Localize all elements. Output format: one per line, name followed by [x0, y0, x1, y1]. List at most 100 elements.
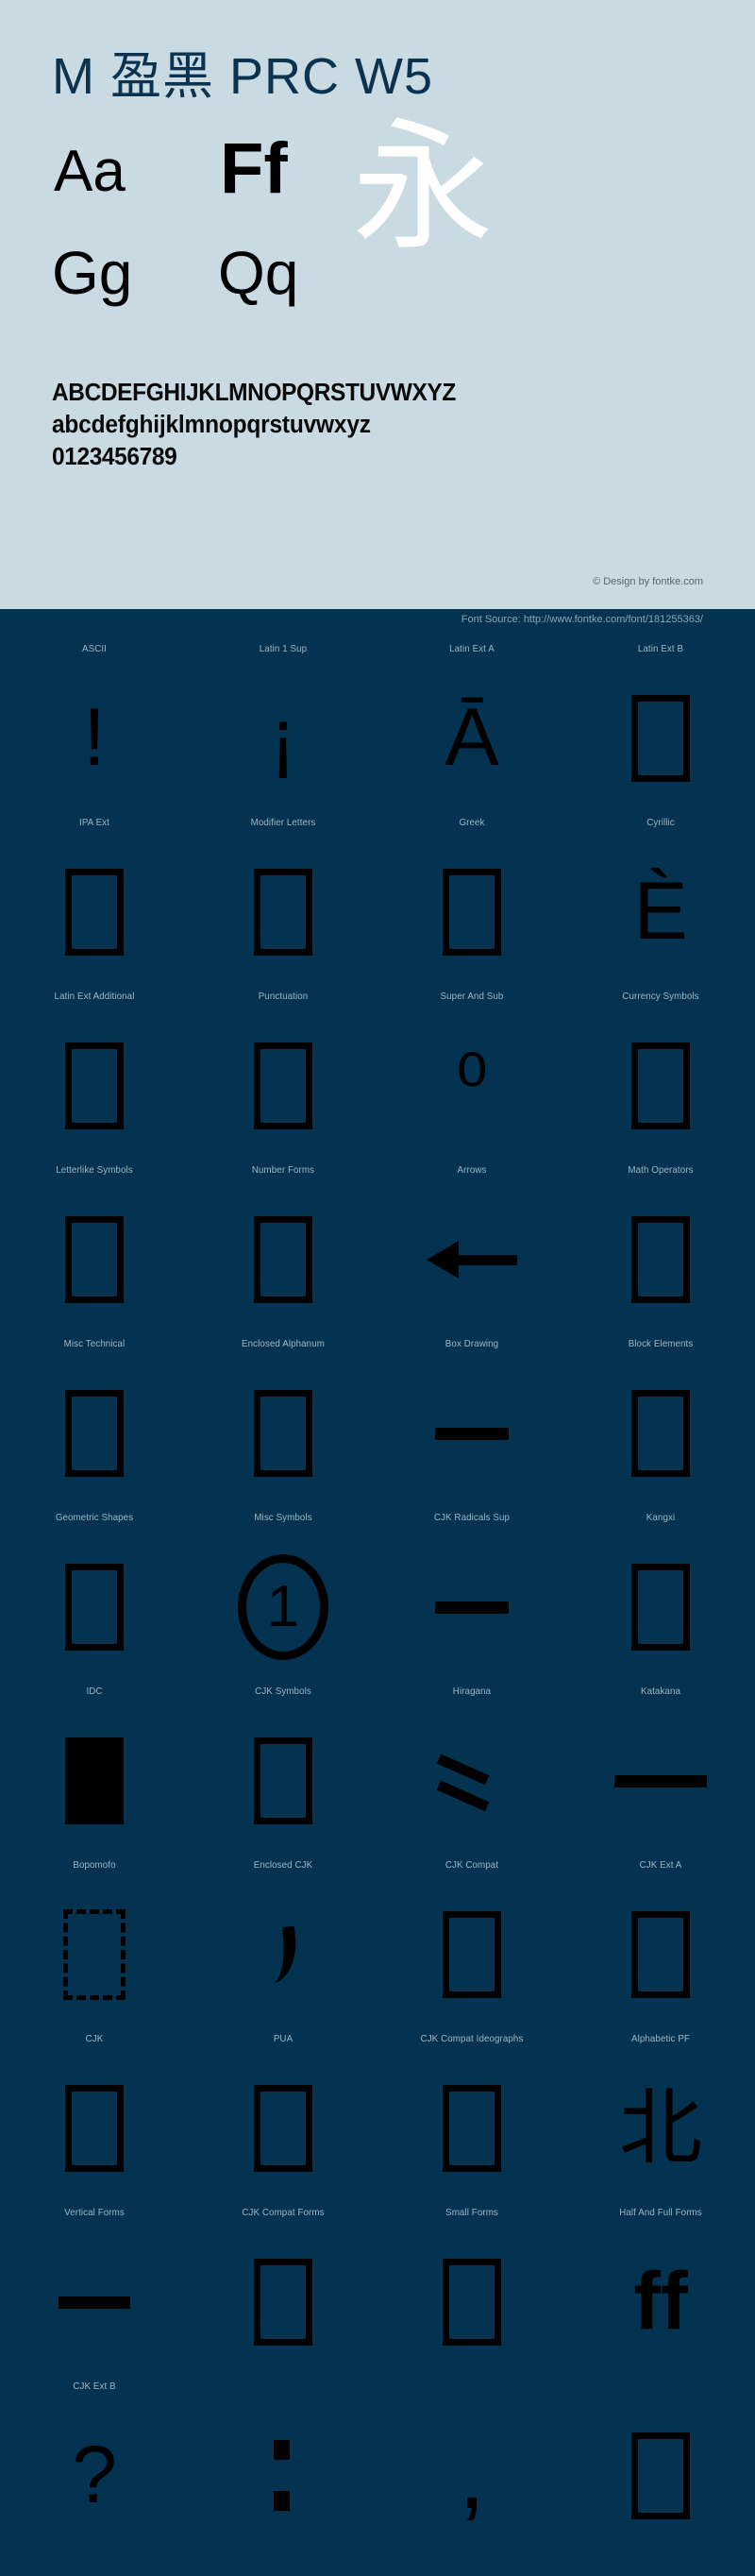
unicode-block-glyph	[566, 1015, 755, 1157]
font-source-link[interactable]: Font Source: http://www.fontke.com/font/…	[0, 609, 755, 625]
unicode-block-glyph	[0, 1536, 189, 1678]
unicode-block-cell-alphabetic-pf[interactable]: Alphabetic PF 北	[566, 2031, 755, 2205]
unicode-block-row: ð	[0, 2552, 755, 2576]
unicode-block-cell-currency-symbols[interactable]: Currency Symbols	[566, 989, 755, 1162]
unicode-block-cell-misc-technical[interactable]: Misc Technical	[0, 1336, 189, 1510]
unicode-block-cell-empty[interactable]	[566, 2552, 755, 2576]
unicode-block-glyph: ¡	[189, 668, 378, 809]
unicode-block-glyph	[566, 2405, 755, 2547]
unicode-block-cell-cjk-compat-forms[interactable]: CJK Compat Forms	[189, 2205, 378, 2379]
unicode-block-glyph	[0, 841, 189, 983]
unicode-block-cell-cjk-radicals-sup[interactable]: CJK Radicals Sup	[378, 1510, 566, 1684]
unicode-block-cell-enclosed-alphanum[interactable]: Enclosed Alphanum	[189, 1336, 378, 1510]
unicode-block-cell-greek[interactable]: Greek	[378, 815, 566, 989]
unicode-block-label: Latin Ext A	[449, 643, 495, 654]
unicode-block-cell-cjk-ext-b[interactable]: CJK Ext B?	[0, 2379, 189, 2552]
unicode-block-cell-punctuation[interactable]: Punctuation	[189, 989, 378, 1162]
arrow-left-icon	[427, 1241, 517, 1279]
unicode-block-cell-latin-ext-a[interactable]: Latin Ext A Ā	[378, 641, 566, 815]
unicode-block-cell-letterlike-symbols[interactable]: Letterlike Symbols	[0, 1162, 189, 1336]
alphabet-lowercase-line: abcdefghijklmnopqrstuvwxyz	[52, 411, 371, 438]
notdef-box-icon	[443, 2259, 501, 2346]
unicode-block-cell-cjk[interactable]: CJK	[0, 2031, 189, 2205]
unicode-block-label: Geometric Shapes	[55, 1512, 134, 1523]
notdef-box-icon	[631, 1216, 690, 1303]
unicode-block-row: CJK Ext B?,	[0, 2379, 755, 2552]
sample-letter-gg: Gg	[52, 239, 133, 308]
unicode-block-label: Bopomofo	[73, 1859, 116, 1871]
unicode-block-cell-empty[interactable]	[566, 2379, 755, 2552]
unicode-block-cell-misc-symbols[interactable]: Misc Symbols 1	[189, 1510, 378, 1684]
unicode-block-cell-latin-ext-b[interactable]: Latin Ext B	[566, 641, 755, 815]
unicode-block-cell-block-elements[interactable]: Block Elements	[566, 1336, 755, 1510]
unicode-block-glyph	[566, 1363, 755, 1504]
unicode-block-cell-bopomofo[interactable]: Bopomofo	[0, 1857, 189, 2031]
unicode-block-cell-hiragana[interactable]: Hiragana	[378, 1684, 566, 1857]
unicode-block-cell-ascii[interactable]: ASCII!	[0, 641, 189, 815]
unicode-block-cell-super-and-sub[interactable]: Super And Sub ⁰	[378, 989, 566, 1162]
unicode-block-cell-empty[interactable]	[189, 2379, 378, 2552]
unicode-block-cell-arrows[interactable]: Arrows	[378, 1162, 566, 1336]
unicode-block-cell-vertical-forms[interactable]: Vertical Forms	[0, 2205, 189, 2379]
unicode-block-label: CJK	[85, 2033, 104, 2044]
unicode-block-cell-kangxi[interactable]: Kangxi	[566, 1510, 755, 1684]
unicode-block-glyph	[189, 1710, 378, 1852]
unicode-block-glyph: 北	[566, 2058, 755, 2199]
unicode-block-cell-math-operators[interactable]: Math Operators	[566, 1162, 755, 1336]
unicode-block-cell-cjk-symbols[interactable]: CJK Symbols	[189, 1684, 378, 1857]
notdef-box-icon	[65, 1564, 124, 1651]
unicode-block-cell-modifier-letters[interactable]: Modifier Letters	[189, 815, 378, 989]
unicode-block-glyph	[378, 1884, 566, 2025]
notdef-box-icon	[254, 869, 312, 956]
unicode-block-cell-ipa-ext[interactable]: IPA Ext	[0, 815, 189, 989]
unicode-block-cell-empty[interactable]	[378, 2552, 566, 2576]
unicode-block-label: Arrows	[457, 1164, 487, 1176]
unicode-block-glyph	[0, 2058, 189, 2199]
radical-strokes-glyph	[436, 1748, 505, 1814]
unicode-block-glyph	[189, 1363, 378, 1504]
sample-glyph: !	[83, 692, 106, 784]
unicode-block-row: IPA Ext Modifier Letters Greek Cyrillic È	[0, 815, 755, 989]
unicode-block-label: Cyrillic	[646, 817, 675, 828]
notdef-box-icon	[65, 869, 124, 956]
unicode-block-cell-cjk-ext-a[interactable]: CJK Ext A	[566, 1857, 755, 2031]
unicode-block-cell-latin-ext-additional[interactable]: Latin Ext Additional	[0, 989, 189, 1162]
unicode-block-cell-latin-1-sup[interactable]: Latin 1 Sup ¡	[189, 641, 378, 815]
short-horizontal-bar-glyph	[59, 2296, 130, 2309]
unicode-block-glyph: !	[0, 668, 189, 809]
unicode-block-glyph	[566, 1536, 755, 1678]
unicode-block-cell-empty[interactable]	[189, 2552, 378, 2576]
unicode-block-cell-empty[interactable]: ,	[378, 2379, 566, 2552]
unicode-block-glyph	[378, 841, 566, 983]
unicode-block-cell-katakana[interactable]: Katakana	[566, 1684, 755, 1857]
unicode-block-cell-idc[interactable]: IDC	[0, 1684, 189, 1857]
unicode-block-cell-geometric-shapes[interactable]: Geometric Shapes	[0, 1510, 189, 1684]
unicode-block-cell-enclosed-cjk[interactable]: Enclosed CJK	[189, 1857, 378, 2031]
unicode-block-cell-cjk-compat-ideographs[interactable]: CJK Compat Ideographs	[378, 2031, 566, 2205]
unicode-block-label: Latin Ext Additional	[54, 991, 135, 1002]
unicode-block-cell-half-and-full-forms[interactable]: Half And Full Forms ff	[566, 2205, 755, 2379]
notdef-box-icon	[631, 1390, 690, 1477]
unicode-block-glyph	[378, 2231, 566, 2373]
unicode-block-glyph: ?	[0, 2405, 189, 2547]
unicode-block-label	[573, 2552, 748, 2555]
notdef-box-icon	[254, 1216, 312, 1303]
unicode-block-cell-small-forms[interactable]: Small Forms	[378, 2205, 566, 2379]
unicode-block-cell-cyrillic[interactable]: Cyrillic È	[566, 815, 755, 989]
unicode-block-cell-box-drawing[interactable]: Box Drawing	[378, 1336, 566, 1510]
sample-glyph: Ā	[445, 692, 499, 784]
unicode-block-glyph: Ā	[378, 668, 566, 809]
notdef-box-icon	[254, 1042, 312, 1129]
unicode-block-cell-pua[interactable]: PUA	[189, 2031, 378, 2205]
unicode-block-label: Currency Symbols	[622, 991, 699, 1002]
unicode-block-cell-number-forms[interactable]: Number Forms	[189, 1162, 378, 1336]
unicode-block-label: ASCII	[82, 643, 107, 654]
unicode-block-cell-empty[interactable]: ð	[0, 2552, 189, 2576]
unicode-block-cell-cjk-compat[interactable]: CJK Compat	[378, 1857, 566, 2031]
unicode-block-row: Letterlike Symbols Number Forms Arrows Math…	[0, 1162, 755, 1336]
unicode-block-grid: ASCII! Latin 1 Sup ¡ Latin Ext A Ā Latin Ext …	[0, 641, 755, 2576]
unicode-block-label	[384, 2379, 560, 2381]
unicode-block-glyph	[189, 2231, 378, 2373]
sample-letter-qq: Qq	[218, 239, 299, 308]
unicode-block-glyph	[0, 1363, 189, 1504]
